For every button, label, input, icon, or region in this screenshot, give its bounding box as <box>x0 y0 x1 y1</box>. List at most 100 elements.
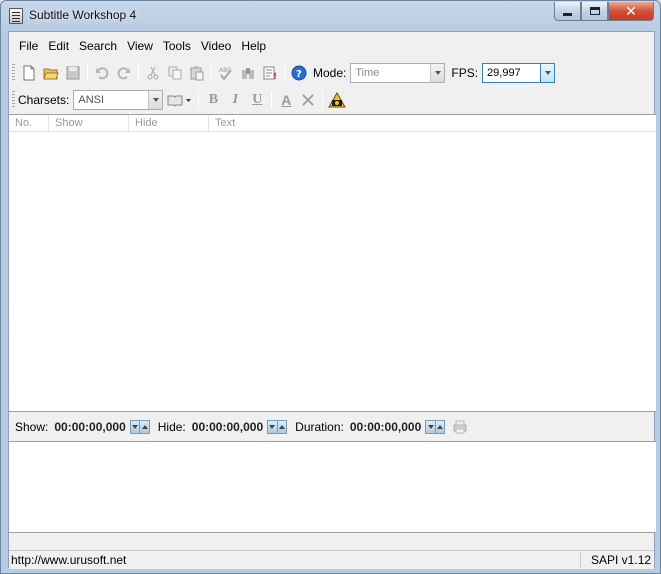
document-warning-icon: ! <box>263 66 277 81</box>
column-header-hide[interactable]: Hide <box>129 115 209 131</box>
caption-buttons: ✕ <box>554 2 654 21</box>
binoculars-icon <box>242 68 254 79</box>
show-label: Show: <box>15 420 49 434</box>
spin-up-icon[interactable] <box>434 421 445 433</box>
toolbar-separator <box>211 64 212 82</box>
menu-edit[interactable]: Edit <box>44 37 73 55</box>
svg-text:!: ! <box>273 72 277 81</box>
save-icon <box>66 66 80 80</box>
minimize-icon <box>563 12 572 16</box>
fps-select[interactable]: 29,997 <box>482 63 556 83</box>
main-toolbar: ABC ! ? Mode: Time FPS: 29,997 <box>9 60 654 86</box>
new-file-button[interactable] <box>18 62 40 84</box>
charsets-label: Charsets: <box>18 93 70 107</box>
chevron-down-icon[interactable] <box>540 64 555 82</box>
menu-tools[interactable]: Tools <box>159 37 195 55</box>
bold-button[interactable]: B <box>202 89 224 111</box>
scissors-icon <box>147 66 159 80</box>
text-color-icon: A <box>281 92 292 108</box>
fps-select-value: 29,997 <box>487 67 521 79</box>
duration-time-field[interactable]: 00:00:00,000 <box>350 420 421 434</box>
spell-check-icon: ABC <box>219 67 232 81</box>
status-website: http://www.urusoft.net <box>11 553 127 567</box>
hide-label: Hide: <box>157 420 186 434</box>
mode-select[interactable]: Time <box>350 63 446 83</box>
show-time-spinner[interactable] <box>129 420 150 434</box>
chevron-down-icon[interactable] <box>148 91 163 109</box>
spin-down-icon[interactable] <box>131 421 140 433</box>
redo-icon <box>117 67 130 80</box>
show-time-field[interactable]: 00:00:00,000 <box>54 420 125 434</box>
find-button[interactable] <box>237 62 259 84</box>
underline-button[interactable]: U <box>246 89 268 111</box>
column-header-text[interactable]: Text <box>209 115 656 131</box>
subtitle-list-header: No. Show Hide Text <box>9 115 656 132</box>
save-button[interactable] <box>62 62 84 84</box>
new-file-icon <box>23 65 35 81</box>
toolbar-separator <box>271 91 273 109</box>
spin-down-icon[interactable] <box>426 421 435 433</box>
duration-label: Duration: <box>295 420 344 434</box>
book-icon <box>167 95 192 107</box>
info-errors-button[interactable]: ! <box>259 62 281 84</box>
menu-video[interactable]: Video <box>197 37 235 55</box>
charsets-select[interactable]: ANSI <box>73 90 164 110</box>
menu-search[interactable]: Search <box>75 37 121 55</box>
italic-button[interactable]: I <box>224 89 246 111</box>
column-header-no[interactable]: No. <box>9 115 49 131</box>
subtitle-text-editor[interactable] <box>9 441 656 533</box>
title-bar[interactable]: Subtitle Workshop 4 ✕ <box>1 1 660 31</box>
bold-icon: B <box>208 92 219 107</box>
mode-select-value: Time <box>355 67 380 79</box>
paste-icon <box>190 66 204 81</box>
preview-button[interactable] <box>326 89 348 111</box>
app-icon[interactable] <box>9 8 23 24</box>
printer-icon <box>453 420 467 434</box>
open-file-button[interactable] <box>40 62 62 84</box>
menu-help[interactable]: Help <box>237 37 270 55</box>
subtitle-list[interactable]: No. Show Hide Text <box>9 114 656 412</box>
undo-button[interactable] <box>91 62 113 84</box>
hide-time-spinner[interactable] <box>267 420 288 434</box>
redo-button[interactable] <box>113 62 135 84</box>
client-area: File Edit Search View Tools Video Help A… <box>8 31 656 569</box>
status-version: SAPI v1.12 <box>580 553 654 567</box>
toolbar-separator <box>138 64 139 82</box>
toolbar-separator <box>322 91 324 109</box>
pause-play-button[interactable] <box>449 416 471 438</box>
text-color-button[interactable]: A <box>275 89 297 111</box>
italic-icon: I <box>232 92 239 107</box>
close-button[interactable]: ✕ <box>608 2 654 21</box>
hide-time-field[interactable]: 00:00:00,000 <box>192 420 263 434</box>
clear-format-icon <box>302 94 314 106</box>
minimize-button[interactable] <box>554 2 581 21</box>
paste-button[interactable] <box>186 62 208 84</box>
spell-check-button[interactable]: ABC <box>215 62 237 84</box>
status-bar: http://www.urusoft.net SAPI v1.12 <box>9 550 654 569</box>
fps-label: FPS: <box>451 66 479 80</box>
dictionary-dropdown-button[interactable] <box>163 89 195 111</box>
maximize-button[interactable] <box>581 2 608 21</box>
spin-up-icon[interactable] <box>276 421 287 433</box>
undo-icon <box>96 67 109 80</box>
toolbar-separator <box>198 91 200 109</box>
copy-icon <box>168 66 182 80</box>
chevron-down-icon[interactable] <box>430 64 445 82</box>
cut-button[interactable] <box>142 62 164 84</box>
help-button[interactable]: ? <box>288 62 310 84</box>
charsets-select-value: ANSI <box>78 94 105 106</box>
menu-view[interactable]: View <box>123 37 157 55</box>
spin-up-icon[interactable] <box>139 421 149 433</box>
duration-time-spinner[interactable] <box>425 420 446 434</box>
help-icon: ? <box>291 65 307 81</box>
maximize-icon <box>589 7 600 15</box>
remove-format-button[interactable] <box>297 89 319 111</box>
column-header-show[interactable]: Show <box>49 115 129 131</box>
spin-down-icon[interactable] <box>268 421 277 433</box>
toolbar-grip[interactable] <box>12 64 15 82</box>
copy-button[interactable] <box>164 62 186 84</box>
eye-triangle-icon <box>328 92 347 108</box>
mode-label: Mode: <box>313 66 347 80</box>
menu-file[interactable]: File <box>15 37 42 55</box>
toolbar-grip[interactable] <box>12 91 15 109</box>
